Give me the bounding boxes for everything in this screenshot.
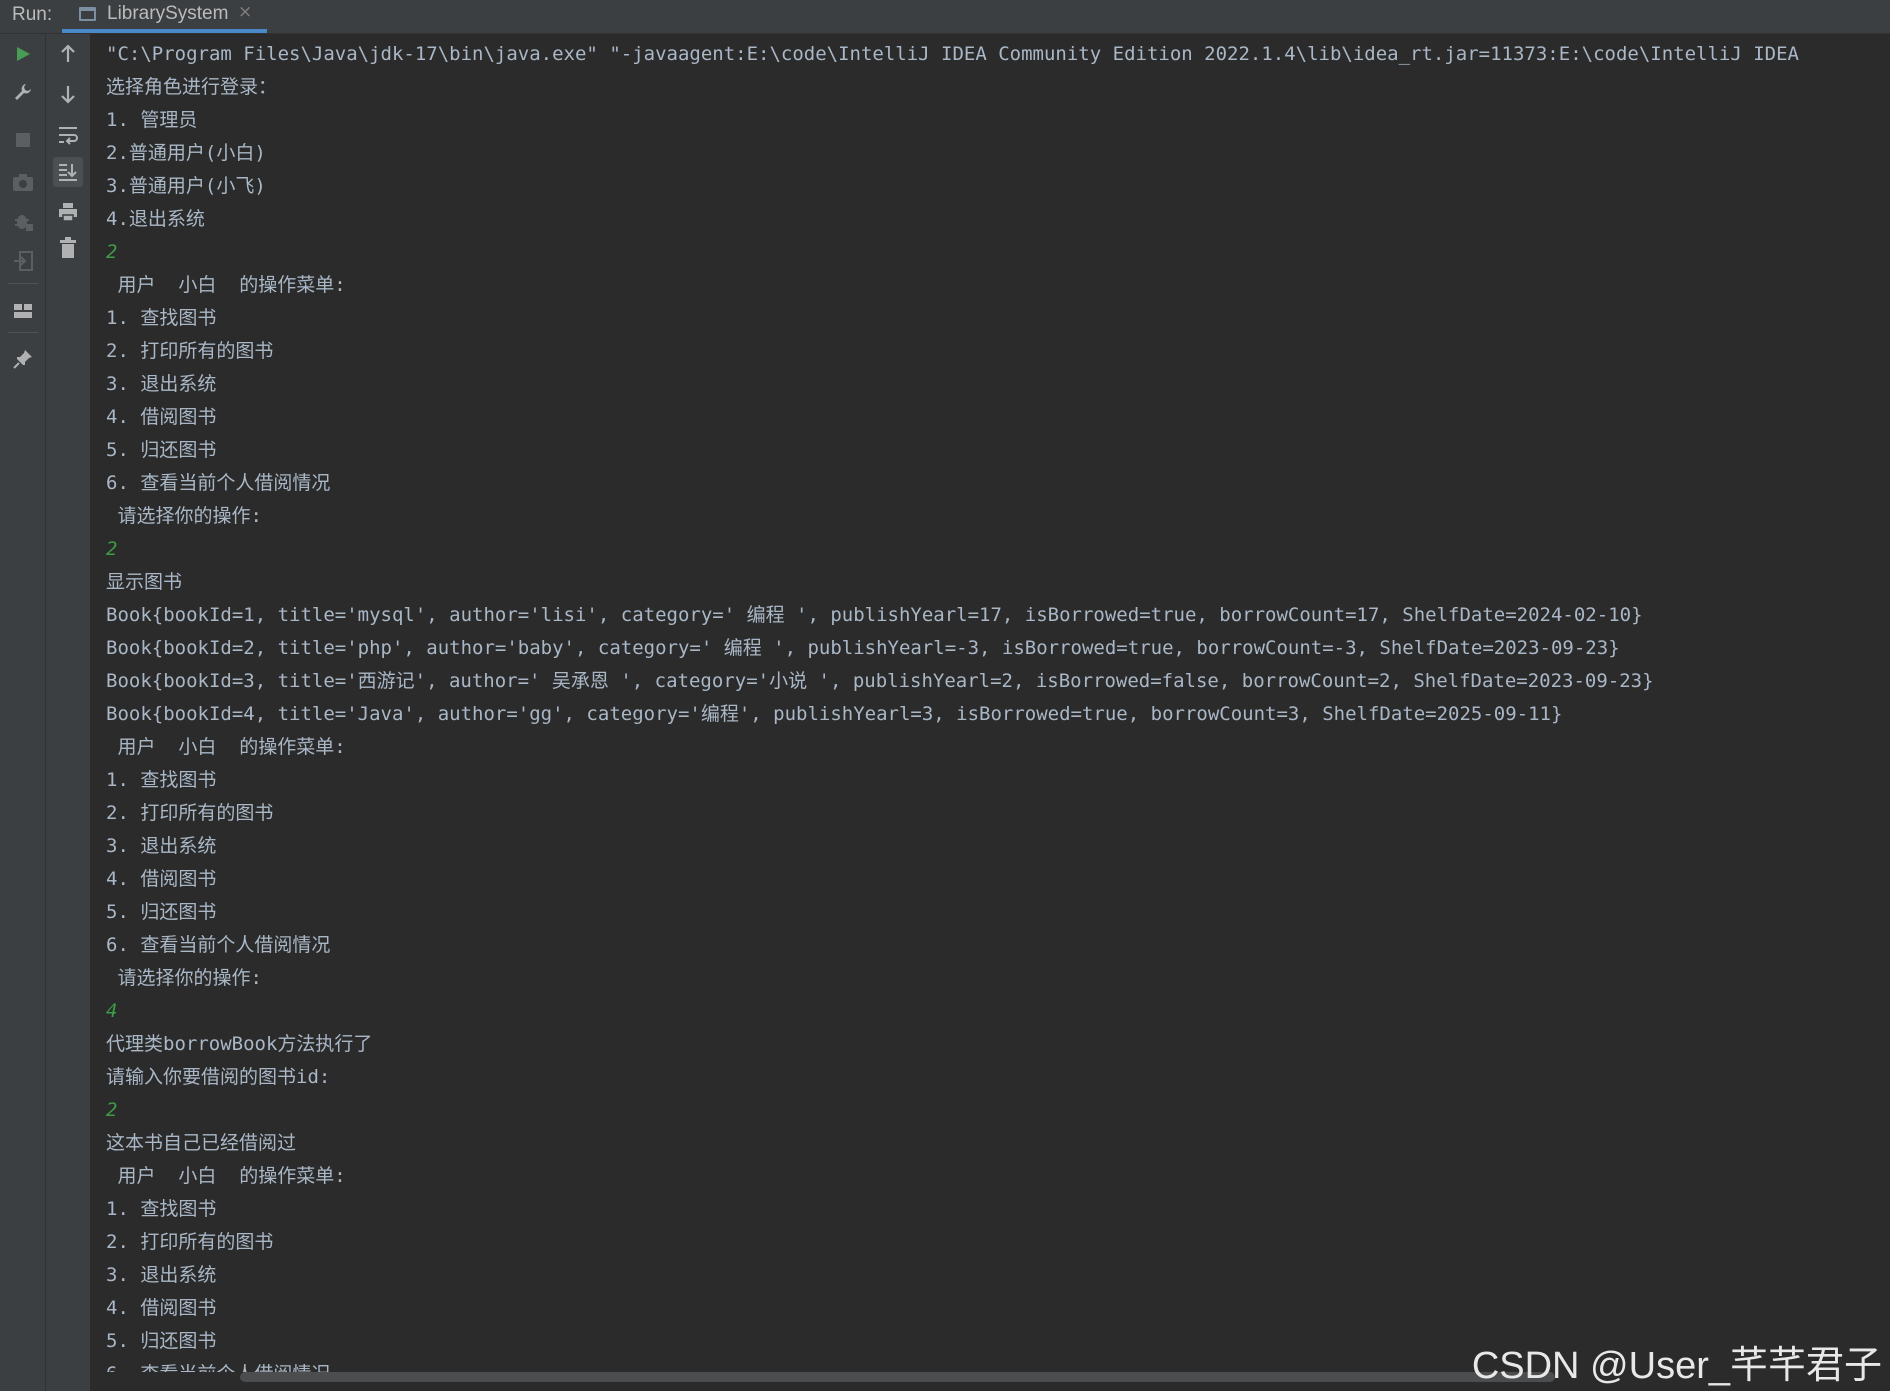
console-output[interactable]: "C:\Program Files\Java\jdk-17\bin\java.e… (91, 34, 1890, 1374)
console-output-line: 请选择你的操作: (106, 967, 262, 989)
console-output-line: 6. 查看当前个人借阅情况 (106, 934, 331, 956)
console-output-line: 2.普通用户(小白) (106, 142, 266, 164)
console-output-line: 选择角色进行登录： (106, 76, 278, 98)
console-input-line: 2 (106, 1099, 118, 1121)
tab-title: LibrarySystem (107, 3, 229, 24)
run-label: Run: (12, 4, 53, 25)
console-output-line: 用户 小白 的操作菜单: (106, 1165, 346, 1187)
console-output-line: 代理类borrowBook方法执行了 (106, 1033, 373, 1055)
horizontal-scrollbar-thumb[interactable] (240, 1372, 1555, 1382)
console-output-line: 4. 借阅图书 (106, 1297, 217, 1319)
console-output-line: 1. 查找图书 (106, 307, 217, 329)
console-output-line: Book{bookId=4, title='Java', author='gg'… (106, 703, 1563, 725)
console-output-line: 用户 小白 的操作菜单: (106, 736, 346, 758)
console-output-line: 6. 查看当前个人借阅情况 (106, 472, 331, 494)
console-output-line: 3. 退出系统 (106, 835, 217, 857)
camera-icon[interactable] (8, 167, 38, 197)
exit-icon[interactable] (8, 246, 38, 276)
run-toolbar-secondary (46, 34, 91, 1391)
console-output-line: 2. 打印所有的图书 (106, 340, 274, 362)
console-output-line: 1. 查找图书 (106, 1198, 217, 1220)
console-output-line: 显示图书 (106, 571, 183, 593)
console-window-icon (79, 7, 96, 21)
console-output-line: 3. 退出系统 (106, 1264, 217, 1286)
stop-icon[interactable] (8, 125, 38, 155)
console-output-line: 请输入你要借阅的图书id: (106, 1066, 331, 1088)
debug-icon[interactable] (8, 206, 38, 236)
console-output-line: "C:\Program Files\Java\jdk-17\bin\java.e… (106, 43, 1799, 65)
layout-icon[interactable] (8, 296, 38, 326)
trash-icon[interactable] (53, 233, 83, 263)
console-output-line: 请选择你的操作: (106, 505, 262, 527)
toolbar-separator (8, 332, 38, 333)
console-output-line: Book{bookId=3, title='西游记', author=' 吴承恩… (106, 670, 1654, 692)
toolbar-separator (8, 283, 38, 284)
wrench-icon[interactable] (8, 77, 38, 107)
console-output-line: 4. 借阅图书 (106, 406, 217, 428)
console-output-line: 4.退出系统 (106, 208, 205, 230)
pin-icon[interactable] (8, 344, 38, 374)
run-tab-bar: Run: LibrarySystem × (0, 0, 1890, 34)
console-output-line: 2. 打印所有的图书 (106, 802, 274, 824)
console-output-line: 1. 查找图书 (106, 769, 217, 791)
scroll-to-end-icon[interactable] (53, 157, 83, 187)
console-input-line: 2 (106, 538, 118, 560)
console-output-line: 5. 归还图书 (106, 439, 217, 461)
console-output-line: Book{bookId=2, title='php', author='baby… (106, 637, 1620, 659)
run-icon[interactable] (8, 39, 38, 69)
console-output-line: 用户 小白 的操作菜单: (106, 274, 346, 296)
console-input-line: 2 (106, 241, 118, 263)
console-output-line: Book{bookId=1, title='mysql', author='li… (106, 604, 1643, 626)
console-output-line: 1. 管理员 (106, 109, 198, 131)
arrow-down-icon[interactable] (53, 79, 83, 109)
console-output-line: 3.普通用户(小飞) (106, 175, 266, 197)
console-output-line: 这本书自己已经借阅过 (106, 1132, 297, 1154)
console-output-line: 3. 退出系统 (106, 373, 217, 395)
print-icon[interactable] (53, 197, 83, 227)
run-tool-window: Run: LibrarySystem × "C:\Program Files\J… (0, 0, 1890, 1391)
console-output-line: 2. 打印所有的图书 (106, 1231, 274, 1253)
tab-librarysystem[interactable]: LibrarySystem × (62, 0, 267, 33)
console-input-line: 4 (106, 1000, 118, 1022)
close-icon[interactable]: × (238, 2, 252, 22)
console-output-line: 5. 归还图书 (106, 901, 217, 923)
run-toolbar-primary (0, 34, 46, 1391)
csdn-watermark: CSDN @User_芊芊君子 (1471, 1345, 1882, 1387)
soft-wrap-icon[interactable] (53, 120, 83, 150)
console-output-line: 4. 借阅图书 (106, 868, 217, 890)
console-lines: "C:\Program Files\Java\jdk-17\bin\java.e… (106, 38, 1799, 1374)
arrow-up-icon[interactable] (53, 39, 83, 69)
